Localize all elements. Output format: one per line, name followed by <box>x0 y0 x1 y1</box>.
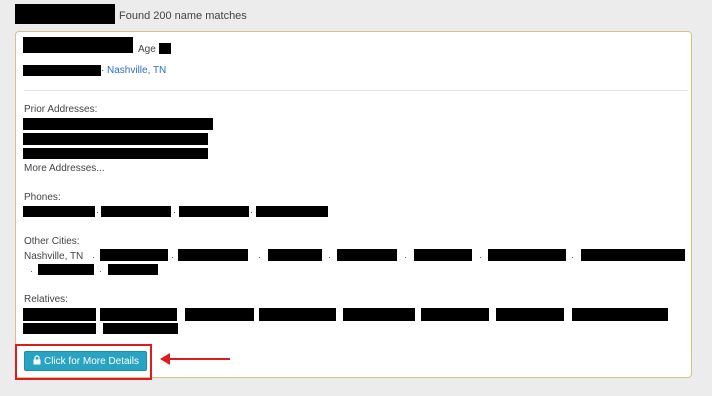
redacted-city <box>488 249 566 261</box>
location-separator: · <box>101 65 105 76</box>
redacted-city <box>581 249 685 261</box>
redacted-phone <box>179 206 249 217</box>
redacted-relative <box>421 308 489 321</box>
redacted-city <box>108 264 158 275</box>
redacted-address <box>23 148 208 159</box>
redacted-relative <box>23 323 96 334</box>
redacted-relative <box>496 308 564 321</box>
lock-icon <box>33 355 41 365</box>
redacted-relative <box>185 308 254 321</box>
age-label: Age <box>138 44 156 55</box>
card-divider <box>24 90 688 91</box>
results-count: Found 200 name matches <box>119 10 247 22</box>
list-separator: · <box>479 252 482 262</box>
redacted-relative <box>100 308 177 321</box>
redacted-city <box>38 264 94 275</box>
list-separator: · <box>173 207 176 217</box>
list-separator: · <box>99 266 102 276</box>
list-separator: · <box>258 252 261 262</box>
list-separator: · <box>30 266 33 276</box>
redacted-phone <box>256 206 328 217</box>
redacted-address <box>23 118 213 130</box>
list-separator: · <box>96 207 99 217</box>
redacted-city <box>268 249 322 261</box>
list-separator: · <box>571 252 574 262</box>
redacted-phone <box>23 206 95 217</box>
redacted-person-name <box>23 37 133 53</box>
list-separator: · <box>328 252 331 262</box>
location-link[interactable]: Nashville, TN <box>107 65 166 76</box>
redacted-relative <box>103 323 178 334</box>
phones-label: Phones: <box>24 192 61 203</box>
redacted-city <box>337 249 397 261</box>
other-cities-label: Other Cities: <box>24 236 80 247</box>
redacted-city <box>178 249 248 261</box>
redacted-location <box>23 65 101 76</box>
redacted-relative <box>23 308 96 321</box>
prior-addresses-label: Prior Addresses: <box>24 104 98 115</box>
redacted-age <box>159 43 171 54</box>
redacted-relative <box>259 308 336 321</box>
redacted-name-header <box>15 4 115 24</box>
relatives-label: Relatives: <box>24 294 68 305</box>
redacted-phone <box>101 206 171 217</box>
more-addresses-link[interactable]: More Addresses... <box>24 163 105 174</box>
list-separator: · <box>404 252 407 262</box>
list-separator: · <box>171 252 174 262</box>
redacted-city <box>414 249 472 261</box>
more-details-label: Click for More Details <box>43 356 140 367</box>
other-city-link[interactable]: Nashville, TN <box>24 251 83 262</box>
redacted-relative <box>343 308 415 321</box>
redacted-address <box>23 133 208 145</box>
redacted-relative <box>572 308 668 321</box>
redacted-city <box>100 249 168 261</box>
list-separator: · <box>92 252 95 262</box>
list-separator: · <box>250 207 253 217</box>
annotation-arrow-icon <box>160 353 230 365</box>
more-details-button[interactable]: Click for More Details <box>24 351 147 371</box>
